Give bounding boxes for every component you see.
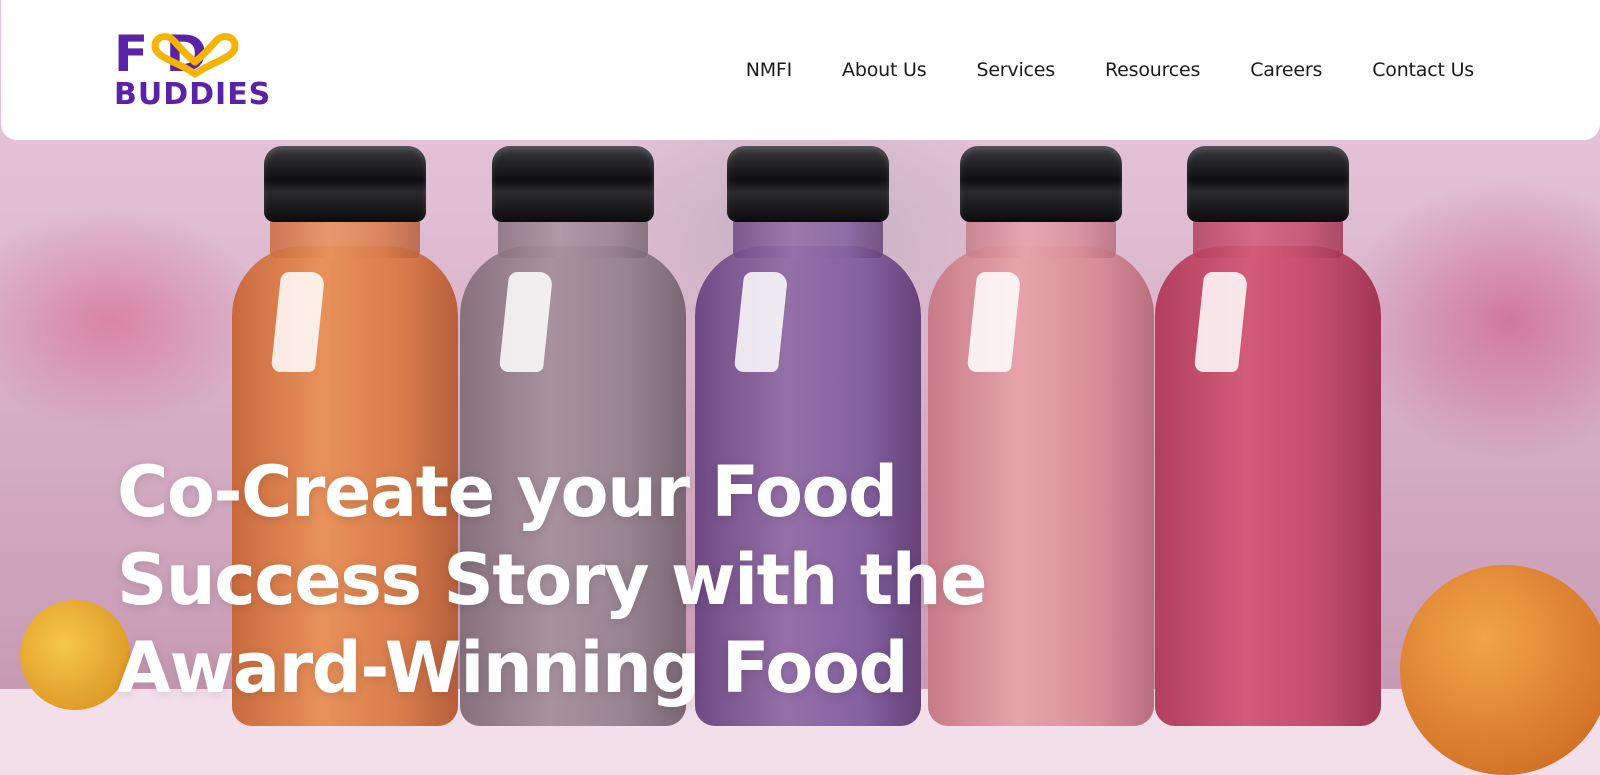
main-nav: NMFI About Us Services Resources Careers…	[696, 56, 1475, 84]
fruit-decoration-left	[20, 600, 130, 710]
hero-headline: Co-Create your Food Success Story with t…	[117, 451, 988, 709]
nav-item-careers[interactable]: Careers	[1250, 56, 1322, 84]
nav-item-services[interactable]: Services	[976, 56, 1055, 84]
food-buddies-logo[interactable]: F D BUDDIES	[114, 28, 284, 114]
logo-wordmark-bottom: BUDDIES	[114, 77, 272, 112]
nav-item-nmfi[interactable]: NMFI	[746, 56, 793, 84]
heart-loop-icon	[151, 33, 239, 78]
juice-bottle-red	[1155, 146, 1381, 726]
nav-item-about-us[interactable]: About Us	[842, 56, 927, 84]
site-header: F D BUDDIES NMFI About Us Services Resou…	[1, 0, 1600, 140]
fruit-decoration-right	[1400, 565, 1600, 775]
nav-item-contact-us[interactable]: Contact Us	[1372, 56, 1474, 84]
nav-item-resources[interactable]: Resources	[1105, 56, 1200, 84]
